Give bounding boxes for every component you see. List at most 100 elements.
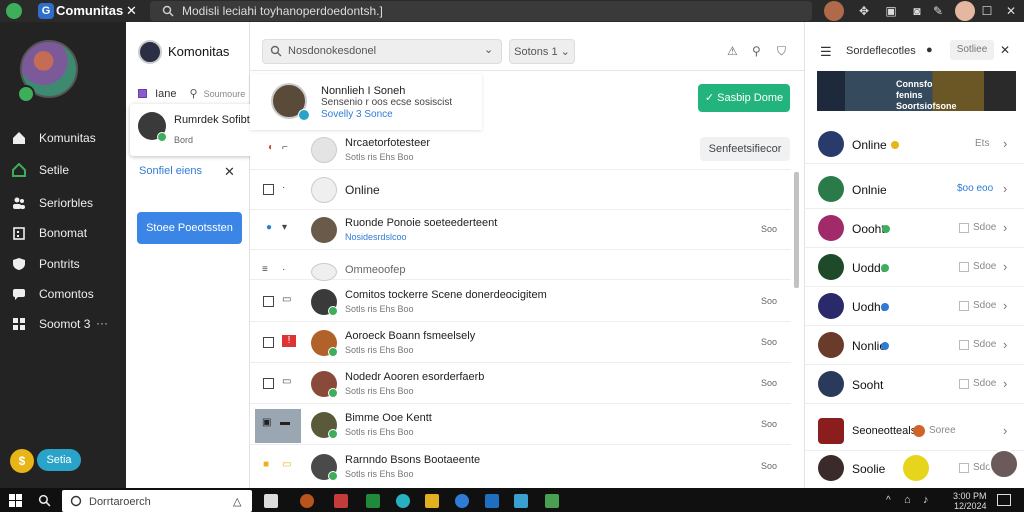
list-item[interactable]: ▣ ▬ Bimme Ooe Kentt Sotls ris Ehs Boo So… bbox=[250, 405, 791, 445]
clear-filter-icon[interactable]: ✕ bbox=[224, 164, 235, 180]
network-icon[interactable]: ⌂ bbox=[904, 494, 911, 506]
user-avatar[interactable] bbox=[955, 1, 975, 21]
sidebar-item-bonomat[interactable]: Bonomat bbox=[10, 223, 120, 243]
row-avatar bbox=[311, 217, 337, 243]
mail-icon[interactable] bbox=[514, 494, 528, 508]
drag-icon: ≡ bbox=[262, 264, 268, 275]
list-item[interactable]: ■ ▭ Rarnndo Bsons Bootaeente Sotls ris E… bbox=[250, 447, 791, 487]
list-item[interactable]: ≡ · Ommeoofep bbox=[250, 250, 791, 281]
list-item[interactable]: ◐ ⌐ Nrcaetorfotesteer Sotls ris Ehs Boo bbox=[250, 130, 791, 170]
bell-icon[interactable]: ● bbox=[926, 44, 933, 56]
row-time: Soo bbox=[760, 296, 777, 306]
status-icon bbox=[881, 303, 889, 311]
contact-value: Soree bbox=[929, 425, 956, 436]
contact-avatar bbox=[818, 131, 844, 157]
row-subtitle: Sotls ris Ehs Boo bbox=[345, 427, 414, 437]
save-icon[interactable]: ▣ bbox=[884, 4, 898, 18]
contact-item[interactable]: Nonlie Sdoe › bbox=[805, 326, 1024, 365]
search-icon[interactable] bbox=[38, 494, 51, 507]
close-icon[interactable]: ✕ bbox=[1000, 43, 1010, 57]
taskbar-clock[interactable]: 3:00 PM 12/2024 bbox=[953, 491, 987, 511]
row-checkbox[interactable] bbox=[959, 340, 969, 350]
speaker-icon[interactable]: ♪ bbox=[923, 494, 929, 506]
contact-name: Online bbox=[852, 138, 887, 152]
sidebar-item-komunitas[interactable]: Komunitas bbox=[10, 128, 120, 148]
puzzle-icon[interactable]: ✥ bbox=[857, 4, 871, 18]
contact-item[interactable]: Sooht Sdoe › bbox=[805, 365, 1024, 404]
row-checkbox[interactable] bbox=[959, 463, 969, 473]
community-avatar[interactable] bbox=[138, 40, 162, 64]
notifications-icon[interactable] bbox=[997, 494, 1011, 506]
menu-icon[interactable]: ☰ bbox=[820, 44, 832, 60]
list-item[interactable]: ● ▾ Ruonde Ponoie soeteederteent Nosides… bbox=[250, 210, 791, 250]
list-item[interactable]: · Online bbox=[250, 170, 791, 210]
row-checkbox[interactable] bbox=[263, 184, 274, 195]
contact-item[interactable]: Onlnie $oo eoo › bbox=[805, 170, 1024, 209]
sidebar-item-seriorbles[interactable]: Seriorbles bbox=[10, 193, 120, 213]
row-checkbox[interactable] bbox=[263, 296, 274, 307]
row-time: Soo bbox=[760, 337, 777, 347]
window-close-icon[interactable]: ✕ bbox=[1004, 4, 1018, 18]
sidebar-item-setile[interactable]: Setile bbox=[10, 160, 120, 180]
bell-icon[interactable]: △ bbox=[233, 495, 241, 508]
sidebar-item-comontos[interactable]: Comontos bbox=[10, 284, 120, 304]
app-icon-1[interactable] bbox=[300, 494, 314, 508]
row-checkbox[interactable] bbox=[959, 379, 969, 389]
scrollbar[interactable] bbox=[794, 172, 799, 288]
search-icon bbox=[70, 495, 82, 507]
app-icon-2[interactable] bbox=[334, 494, 348, 508]
sort-dropdown[interactable]: Sotons 1 ⌄ bbox=[509, 39, 575, 64]
app-icon-3[interactable] bbox=[366, 494, 380, 508]
contact-name: Seoneotteals bbox=[852, 425, 917, 437]
window-icon: ▭ bbox=[282, 376, 292, 387]
warning-icon[interactable]: ⚠ bbox=[727, 44, 738, 58]
status-pill-button[interactable]: Setia bbox=[37, 449, 81, 471]
create-post-button[interactable]: Stoee Poeotssten bbox=[137, 212, 242, 244]
featured-link[interactable]: Sovelly 3 Sonce bbox=[321, 109, 393, 120]
app-icon-4[interactable] bbox=[455, 494, 469, 508]
restore-icon[interactable]: ☐ bbox=[980, 4, 994, 18]
close-tab-icon[interactable]: ✕ bbox=[126, 3, 137, 19]
more-icon[interactable]: ··· bbox=[96, 316, 108, 330]
row-name: Comitos tockerre Scene donerdeocigitem bbox=[345, 289, 547, 301]
contact-item[interactable]: Uodde Sdoe › bbox=[805, 248, 1024, 287]
pin-icon[interactable]: ⚲ bbox=[752, 44, 761, 58]
list-item[interactable]: ! Aoroeck Boann fsmeelsely Sotls ris Ehs… bbox=[250, 323, 791, 363]
contact-item[interactable]: Soolie Sdoe bbox=[805, 449, 1024, 488]
address-text[interactable]: Modisli leciahi toyhanoperdoedontsh.] bbox=[182, 4, 383, 18]
chevron-up-icon[interactable]: ^ bbox=[886, 495, 891, 506]
community-filter-row[interactable]: Iane ⚲ Soumoure bbox=[138, 87, 245, 100]
contact-item[interactable]: Uodhe Sdoe › bbox=[805, 287, 1024, 326]
windows-start-icon[interactable] bbox=[9, 494, 22, 507]
contact-item[interactable]: Seoneotteals Soree › bbox=[805, 412, 1024, 451]
coin-icon[interactable]: $ bbox=[10, 449, 34, 473]
pen-icon[interactable]: ✎ bbox=[931, 4, 945, 18]
filter-link[interactable]: Sonfiel eiens bbox=[139, 165, 202, 177]
browser-icon[interactable] bbox=[396, 494, 410, 508]
contact-avatar bbox=[818, 293, 844, 319]
shield-icon[interactable]: ⛉ bbox=[777, 44, 786, 59]
row-checkbox[interactable] bbox=[959, 262, 969, 272]
image-icon[interactable]: ◙ bbox=[910, 4, 924, 18]
app-icon-5[interactable] bbox=[545, 494, 559, 508]
list-item[interactable]: ▭ Nodedr Aooren esorderfaerb Sotls ris E… bbox=[250, 364, 791, 404]
floating-chat-avatar[interactable] bbox=[989, 449, 1019, 479]
task-view-icon[interactable] bbox=[264, 494, 278, 508]
panel-settings-button[interactable]: Sotliee bbox=[950, 40, 994, 60]
profile-avatar[interactable] bbox=[824, 1, 844, 21]
chevron-down-icon[interactable]: ⌄ bbox=[484, 43, 493, 56]
row-checkbox[interactable] bbox=[263, 337, 274, 348]
store-icon[interactable] bbox=[485, 494, 499, 508]
row-checkbox[interactable] bbox=[959, 301, 969, 311]
contact-value: Ets bbox=[975, 138, 990, 149]
contact-item[interactable]: Oooht Sdoe › bbox=[805, 209, 1024, 248]
sidebar-item-soomot[interactable]: Soomot 3 ··· bbox=[10, 314, 120, 334]
list-item[interactable]: ▭ Comitos tockerre Scene donerdeocigitem… bbox=[250, 282, 791, 322]
setup-button[interactable]: ✓ Sasbip Dome bbox=[698, 84, 790, 112]
row-checkbox[interactable] bbox=[959, 223, 969, 233]
sidebar-item-pontrits[interactable]: Pontrits bbox=[10, 254, 120, 274]
folder-icon[interactable] bbox=[425, 494, 439, 508]
contact-item[interactable]: Online Ets › bbox=[805, 125, 1024, 164]
row-checkbox[interactable] bbox=[263, 378, 274, 389]
folder-icon: ▭ bbox=[282, 294, 292, 305]
